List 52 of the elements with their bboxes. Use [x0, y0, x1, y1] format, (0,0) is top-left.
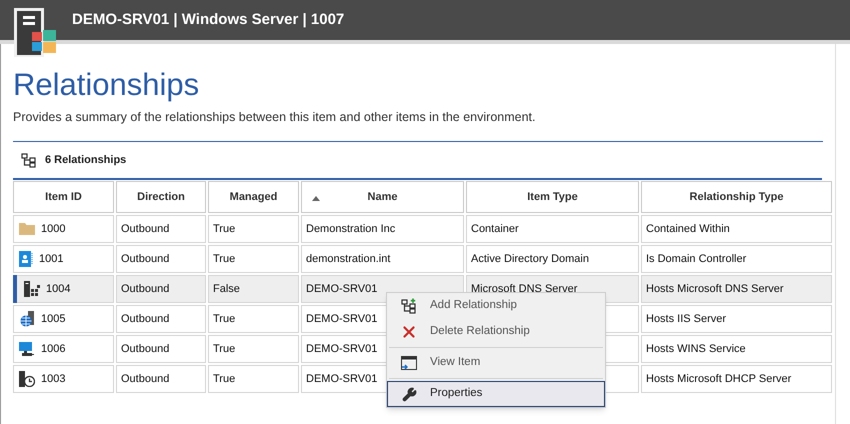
- item-id: 1004: [46, 282, 70, 296]
- column-header[interactable]: Direction: [116, 180, 206, 213]
- table-cell: True: [208, 244, 299, 273]
- table-cell: True: [208, 334, 299, 363]
- table-cell: True: [208, 364, 299, 393]
- table-cell: Hosts Microsoft DHCP Server: [641, 364, 832, 393]
- table-cell: Demonstration Inc: [301, 214, 464, 243]
- table-cell: Outbound: [116, 304, 206, 333]
- relationship-count: 6 Relationships: [45, 152, 126, 168]
- menu-item[interactable]: Properties: [387, 381, 605, 407]
- item-id: 1005: [41, 312, 66, 326]
- server-logo-icon: [14, 8, 58, 58]
- table-cell: Outbound: [116, 244, 206, 273]
- column-header[interactable]: Name: [301, 180, 464, 213]
- table-cell: Outbound: [116, 214, 206, 243]
- item-id: 1006: [41, 342, 66, 356]
- column-header[interactable]: Item ID: [13, 180, 114, 213]
- table-cell: Outbound: [116, 364, 206, 393]
- table-cell: False: [208, 274, 299, 303]
- item-id: 1003: [41, 372, 66, 386]
- clock-server-icon: [19, 370, 35, 387]
- table-cell: demonstration.int: [301, 244, 464, 273]
- table-cell: Container: [466, 214, 639, 243]
- page-description: Provides a summary of the relationships between this item and other items in the environment.: [13, 109, 536, 126]
- column-header[interactable]: Relationship Type: [641, 180, 832, 213]
- selection-marker: [13, 274, 17, 303]
- window-icon: [401, 356, 417, 370]
- globe-server-icon: [19, 310, 35, 327]
- monitor-icon: [19, 340, 35, 357]
- column-header[interactable]: Item Type: [466, 180, 639, 213]
- table-cell: Hosts IIS Server: [641, 304, 832, 333]
- hierarchy-icon: [21, 152, 37, 168]
- contact-card-icon: [19, 250, 33, 267]
- table-cell: Is Domain Controller: [641, 244, 832, 273]
- folder-icon: [19, 222, 35, 236]
- server-cluster-icon: [24, 280, 40, 297]
- table-cell: Outbound: [116, 334, 206, 363]
- item-id: 1001: [39, 252, 64, 266]
- table-cell: Outbound: [116, 274, 206, 303]
- table-cell: Active Directory Domain: [466, 244, 639, 273]
- table-cell: Hosts WINS Service: [641, 334, 832, 363]
- table-cell: Contained Within: [641, 214, 832, 243]
- table-cell: True: [208, 304, 299, 333]
- item-id: 1000: [41, 222, 66, 236]
- add-link-icon: [401, 298, 417, 314]
- menu-item[interactable]: View Item: [387, 350, 605, 376]
- table-cell: True: [208, 214, 299, 243]
- page-title: Relationships: [13, 66, 200, 104]
- column-header[interactable]: Managed: [208, 180, 299, 213]
- table-cell: Hosts Microsoft DNS Server: [641, 274, 832, 303]
- window-title: DEMO-SRV01 | Windows Server | 1007: [72, 10, 344, 30]
- wrench-icon: [402, 386, 416, 402]
